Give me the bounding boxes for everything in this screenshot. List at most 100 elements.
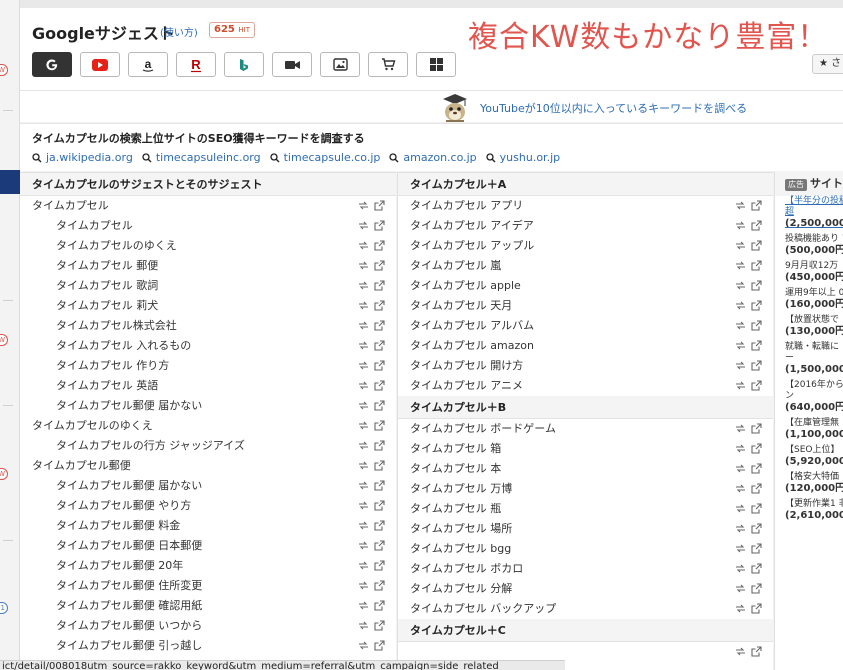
suggest-row[interactable]: タイムカプセル アプリ xyxy=(398,196,773,216)
suggest-row[interactable]: タイムカプセル 場所 xyxy=(398,519,773,539)
external-link-icon[interactable] xyxy=(374,560,385,571)
suggest-row[interactable]: タイムカプセル アルバム xyxy=(398,316,773,336)
suggest-keyword[interactable]: タイムカプセル郵便 xyxy=(32,456,131,476)
seo-site-link[interactable]: amazon.co.jp xyxy=(389,151,477,164)
external-link-icon[interactable] xyxy=(374,260,385,271)
relation-icon[interactable] xyxy=(735,360,746,371)
relation-icon[interactable] xyxy=(358,200,369,211)
ad-item[interactable]: 9月月収12万 (450,000円 xyxy=(775,261,843,283)
engine-bing-button[interactable] xyxy=(224,52,264,77)
suggest-keyword[interactable]: タイムカプセル郵便 料金 xyxy=(56,516,180,536)
relation-icon[interactable] xyxy=(358,340,369,351)
suggest-keyword[interactable]: タイムカプセル 箱 xyxy=(410,439,501,459)
suggest-row[interactable]: タイムカプセルのゆくえ xyxy=(20,236,396,256)
sidebar-active-item[interactable] xyxy=(0,170,20,194)
suggest-row[interactable]: タイムカプセルの行方 ジャッジアイズ xyxy=(20,436,396,456)
relation-icon[interactable] xyxy=(735,260,746,271)
external-link-icon[interactable] xyxy=(751,603,762,614)
suggest-row[interactable]: タイムカプセル郵便 引っ越し xyxy=(20,636,396,656)
external-link-icon[interactable] xyxy=(374,540,385,551)
relation-icon[interactable] xyxy=(735,563,746,574)
relation-icon[interactable] xyxy=(735,503,746,514)
seo-site-link[interactable]: timecapsuleinc.org xyxy=(142,151,261,164)
engine-amazon-button[interactable]: a xyxy=(128,52,168,77)
relation-icon[interactable] xyxy=(735,646,746,657)
relation-icon[interactable] xyxy=(358,460,369,471)
suggest-row[interactable]: タイムカプセル郵便 確認用紙 xyxy=(20,596,396,616)
suggest-row[interactable]: タイムカプセル ボカロ xyxy=(398,559,773,579)
suggest-keyword[interactable]: タイムカプセル郵便 日本郵便 xyxy=(56,536,202,556)
suggest-keyword[interactable]: タイムカプセル 作り方 xyxy=(56,356,169,376)
relation-icon[interactable] xyxy=(358,360,369,371)
relation-icon[interactable] xyxy=(358,540,369,551)
suggest-row[interactable]: タイムカプセル 英語 xyxy=(20,376,396,396)
suggest-row[interactable]: タイムカプセル アップル xyxy=(398,236,773,256)
relation-icon[interactable] xyxy=(735,280,746,291)
relation-icon[interactable] xyxy=(735,240,746,251)
relation-icon[interactable] xyxy=(358,420,369,431)
suggest-row[interactable]: タイムカプセル郵便 届かない xyxy=(20,396,396,416)
suggest-row[interactable]: タイムカプセル 嵐 xyxy=(398,256,773,276)
relation-icon[interactable] xyxy=(735,300,746,311)
suggest-row[interactable]: タイムカプセル郵便 やり方 xyxy=(20,496,396,516)
engine-apps-button[interactable] xyxy=(416,52,456,77)
suggest-keyword[interactable]: タイムカプセル アニメ xyxy=(410,376,523,396)
ad-item[interactable]: 【放置状態で (130,000円 xyxy=(775,315,843,337)
external-link-icon[interactable] xyxy=(751,646,762,657)
suggest-keyword[interactable]: タイムカプセル郵便 やり方 xyxy=(56,496,191,516)
external-link-icon[interactable] xyxy=(374,320,385,331)
relation-icon[interactable] xyxy=(358,620,369,631)
ad-item[interactable]: 【格安大特価 (120,000円 xyxy=(775,472,843,494)
relation-icon[interactable] xyxy=(735,340,746,351)
relation-icon[interactable] xyxy=(358,260,369,271)
external-link-icon[interactable] xyxy=(374,500,385,511)
suggest-row[interactable]: タイムカプセル xyxy=(20,196,396,216)
ad-item[interactable]: 投稿機能あり 7、ブログ：(500,000円 xyxy=(775,234,843,256)
external-link-icon[interactable] xyxy=(374,240,385,251)
suggest-keyword[interactable]: タイムカプセル アルバム xyxy=(410,316,534,336)
relation-icon[interactable] xyxy=(358,480,369,491)
external-link-icon[interactable] xyxy=(751,483,762,494)
suggest-keyword[interactable]: タイムカプセル xyxy=(32,196,109,216)
relation-icon[interactable] xyxy=(735,380,746,391)
relation-icon[interactable] xyxy=(358,380,369,391)
suggest-row[interactable]: タイムカプセル 分解 xyxy=(398,579,773,599)
external-link-icon[interactable] xyxy=(374,300,385,311)
ad-item[interactable]: 就職・転職に ワードをター(1,500,000 xyxy=(775,342,843,375)
external-link-icon[interactable] xyxy=(374,340,385,351)
relation-icon[interactable] xyxy=(735,463,746,474)
relation-icon[interactable] xyxy=(735,483,746,494)
external-link-icon[interactable] xyxy=(374,400,385,411)
relation-icon[interactable] xyxy=(358,400,369,411)
suggest-keyword[interactable]: タイムカプセル 英語 xyxy=(56,376,158,396)
external-link-icon[interactable] xyxy=(751,543,762,554)
suggest-row[interactable]: タイムカプセル アニメ xyxy=(398,376,773,396)
suggest-row[interactable]: タイムカプセル郵便 届かない xyxy=(20,476,396,496)
suggest-keyword[interactable]: タイムカプセル ボードゲーム xyxy=(410,419,556,439)
engine-image-button[interactable] xyxy=(320,52,360,77)
suggest-row[interactable]: タイムカプセル 万博 xyxy=(398,479,773,499)
suggest-keyword[interactable]: タイムカプセル 郵便 xyxy=(56,256,158,276)
suggest-keyword[interactable]: タイムカプセル 入れるもの xyxy=(56,336,191,356)
suggest-keyword[interactable]: タイムカプセル アプリ xyxy=(410,196,523,216)
ad-item[interactable]: 【半年分の投稿 ロワー1万超(2,500,000 xyxy=(775,196,843,229)
suggest-row[interactable]: タイムカプセル郵便 住所変更 xyxy=(20,576,396,596)
external-link-icon[interactable] xyxy=(374,520,385,531)
relation-icon[interactable] xyxy=(358,440,369,451)
relation-icon[interactable] xyxy=(358,320,369,331)
suggest-row[interactable]: タイムカプセルのゆくえ xyxy=(20,416,396,436)
suggest-row[interactable]: タイムカプセル 瓶 xyxy=(398,499,773,519)
external-link-icon[interactable] xyxy=(374,380,385,391)
external-link-icon[interactable] xyxy=(374,200,385,211)
relation-icon[interactable] xyxy=(735,583,746,594)
engine-google-button[interactable] xyxy=(32,52,72,77)
relation-icon[interactable] xyxy=(358,280,369,291)
suggest-row[interactable]: タイムカプセル 箱 xyxy=(398,439,773,459)
relation-icon[interactable] xyxy=(735,443,746,454)
suggest-keyword[interactable]: タイムカプセル 歌詞 xyxy=(56,276,158,296)
suggest-row[interactable]: タイムカプセル xyxy=(20,216,396,236)
suggest-row[interactable]: タイムカプセル ボードゲーム xyxy=(398,419,773,439)
suggest-keyword[interactable]: タイムカプセル 瓶 xyxy=(410,499,501,519)
relation-icon[interactable] xyxy=(358,240,369,251)
external-link-icon[interactable] xyxy=(374,420,385,431)
